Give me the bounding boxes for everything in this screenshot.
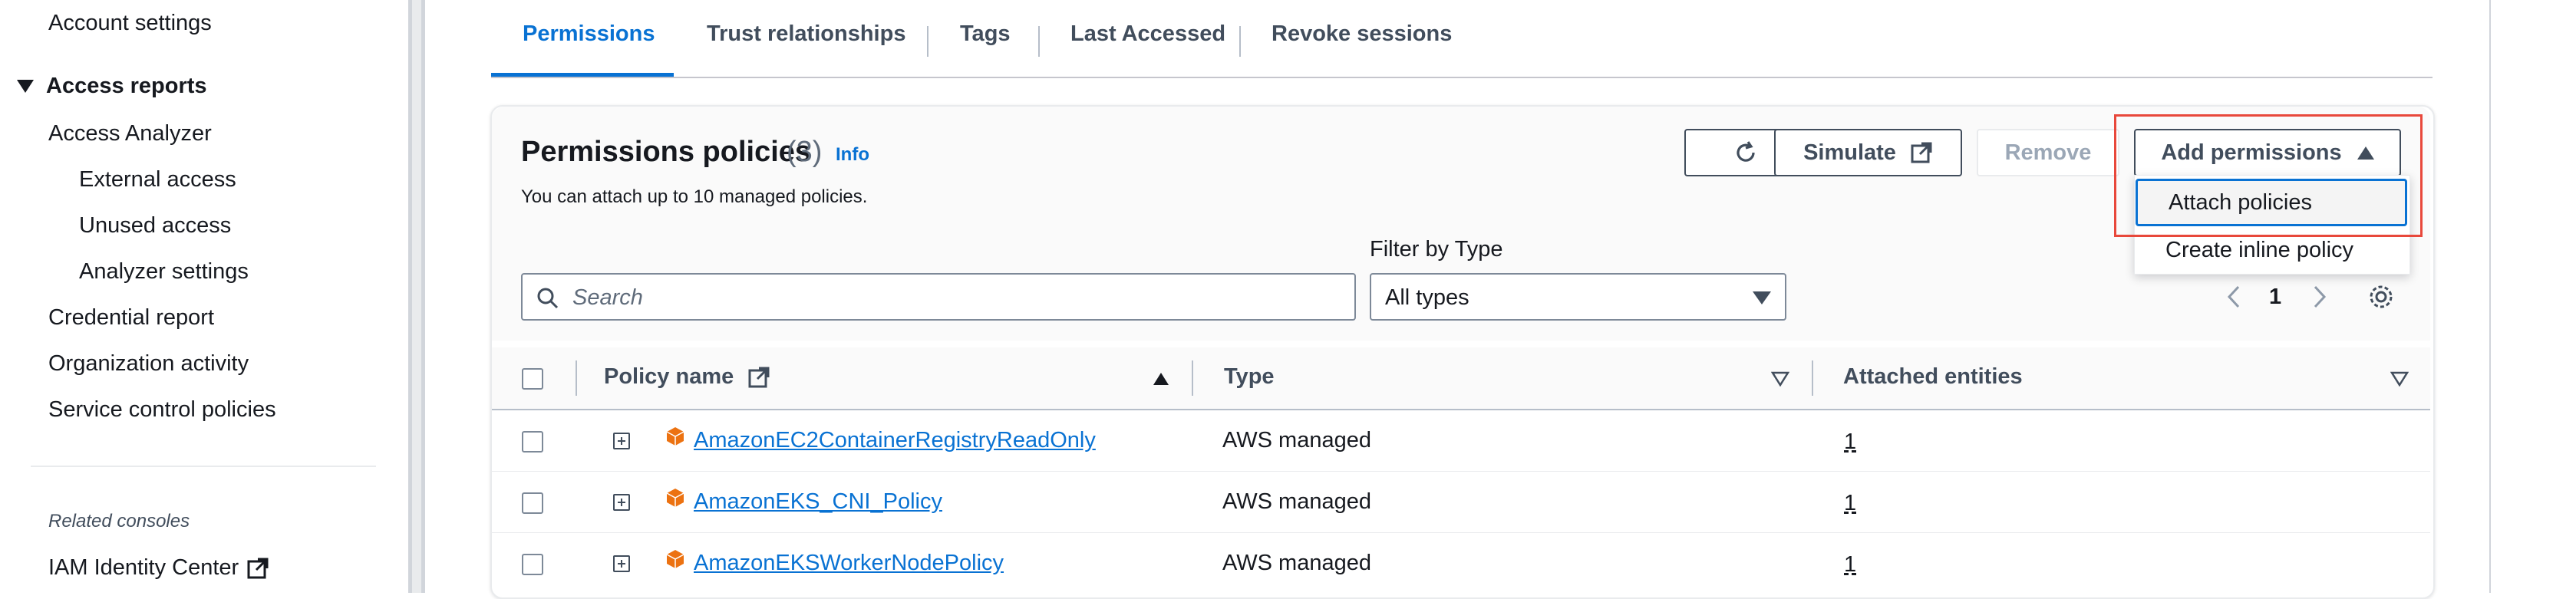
expand-row-icon[interactable] bbox=[613, 555, 630, 572]
policy-name-link[interactable]: AmazonEKSWorkerNodePolicy bbox=[694, 551, 1004, 576]
tab-revoke-sessions[interactable]: Revoke sessions bbox=[1272, 21, 1452, 47]
expand-row-icon[interactable] bbox=[613, 494, 630, 511]
simulate-button[interactable]: Simulate bbox=[1774, 129, 1962, 176]
attached-entities-count[interactable]: 1 bbox=[1844, 552, 1856, 578]
tab-tags[interactable]: Tags bbox=[960, 21, 1011, 47]
sidebar-item-account-settings[interactable]: Account settings bbox=[48, 11, 212, 36]
tab-separator bbox=[1239, 26, 1241, 57]
sidebar-section-access-reports[interactable]: Access reports bbox=[46, 74, 207, 99]
search-placeholder: Search bbox=[572, 285, 643, 310]
policy-type: AWS managed bbox=[1222, 551, 1371, 575]
column-header-type[interactable]: Type bbox=[1224, 364, 1275, 390]
policy-cube-icon bbox=[666, 427, 684, 446]
chevron-right-icon[interactable] bbox=[2310, 284, 2330, 310]
tab-separator bbox=[1038, 26, 1040, 57]
panel-description: You can attach up to 10 managed policies… bbox=[521, 186, 868, 207]
policy-cube-icon bbox=[666, 550, 684, 568]
filter-type-value: All types bbox=[1385, 285, 1469, 310]
filter-type-select[interactable]: All types bbox=[1370, 273, 1786, 321]
sidebar-item-external-access[interactable]: External access bbox=[79, 167, 236, 193]
tab-last-accessed[interactable]: Last Accessed bbox=[1070, 21, 1225, 47]
resize-handle-inner bbox=[412, 0, 421, 593]
remove-button[interactable]: Remove bbox=[1977, 129, 2119, 176]
row-divider bbox=[492, 532, 2430, 533]
tab-trust-relationships[interactable]: Trust relationships bbox=[707, 21, 905, 47]
related-consoles-label: Related consoles bbox=[48, 511, 190, 532]
gear-icon[interactable] bbox=[2367, 282, 2396, 311]
page-number[interactable]: 1 bbox=[2269, 285, 2281, 310]
sidebar-item-access-analyzer[interactable]: Access Analyzer bbox=[48, 121, 212, 146]
sidebar-item-credential-report[interactable]: Credential report bbox=[48, 305, 214, 331]
iam-identity-center-label: IAM Identity Center bbox=[48, 555, 239, 580]
sidebar-item-unused-access[interactable]: Unused access bbox=[79, 213, 231, 239]
sidebar-item-analyzer-settings[interactable]: Analyzer settings bbox=[79, 259, 249, 285]
sort-icon[interactable] bbox=[2390, 371, 2409, 387]
attached-entities-count[interactable]: 1 bbox=[1844, 430, 1856, 455]
row-checkbox[interactable] bbox=[522, 554, 543, 575]
search-input[interactable]: Search bbox=[521, 273, 1356, 321]
policy-name-link[interactable]: AmazonEC2ContainerRegistryReadOnly bbox=[694, 428, 1096, 453]
policy-cube-icon bbox=[666, 489, 684, 507]
policy-type: AWS managed bbox=[1222, 489, 1371, 514]
caret-down-icon[interactable] bbox=[17, 80, 34, 93]
sort-ascending-icon[interactable] bbox=[1152, 371, 1170, 387]
search-icon bbox=[537, 288, 559, 309]
row-checkbox[interactable] bbox=[522, 492, 543, 514]
annotation-highlight-box bbox=[2114, 114, 2423, 237]
policy-count: (3) bbox=[787, 136, 823, 168]
right-divider bbox=[2489, 0, 2491, 593]
row-checkbox[interactable] bbox=[522, 431, 543, 453]
column-separator bbox=[1192, 360, 1193, 396]
refresh-icon bbox=[1737, 141, 1755, 162]
row-divider bbox=[492, 471, 2430, 472]
external-link-icon bbox=[1911, 142, 1932, 163]
sidebar-item-organization-activity[interactable]: Organization activity bbox=[48, 351, 249, 377]
sort-icon[interactable] bbox=[1771, 371, 1789, 387]
policy-name-header-label: Policy name bbox=[604, 364, 734, 389]
sidebar-item-iam-identity-center[interactable]: IAM Identity Center bbox=[48, 555, 269, 581]
policy-name-link[interactable]: AmazonEKS_CNI_Policy bbox=[694, 489, 942, 515]
policy-type: AWS managed bbox=[1222, 428, 1371, 453]
tab-permissions[interactable]: Permissions bbox=[523, 21, 655, 47]
external-link-icon bbox=[247, 558, 269, 579]
filter-by-type-label: Filter by Type bbox=[1370, 237, 1503, 262]
column-header-policy-name[interactable]: Policy name bbox=[604, 364, 770, 390]
column-separator bbox=[576, 360, 577, 396]
info-link[interactable]: Info bbox=[836, 144, 869, 166]
expand-row-icon[interactable] bbox=[613, 433, 630, 449]
table-header bbox=[492, 347, 2430, 410]
tabs-divider bbox=[491, 77, 2433, 78]
chevron-left-icon[interactable] bbox=[2224, 284, 2244, 310]
attached-entities-count[interactable]: 1 bbox=[1844, 491, 1856, 516]
sidebar-item-service-control-policies[interactable]: Service control policies bbox=[48, 397, 276, 423]
tab-separator bbox=[927, 26, 928, 57]
column-header-attached-entities[interactable]: Attached entities bbox=[1843, 364, 2023, 390]
external-link-icon bbox=[748, 367, 770, 388]
column-separator bbox=[1812, 360, 1813, 396]
simulate-label: Simulate bbox=[1803, 140, 1896, 165]
panel-title: Permissions policies bbox=[521, 136, 812, 168]
caret-down-icon bbox=[1753, 291, 1771, 304]
select-all-checkbox[interactable] bbox=[522, 368, 543, 390]
sidebar-divider bbox=[31, 466, 376, 467]
